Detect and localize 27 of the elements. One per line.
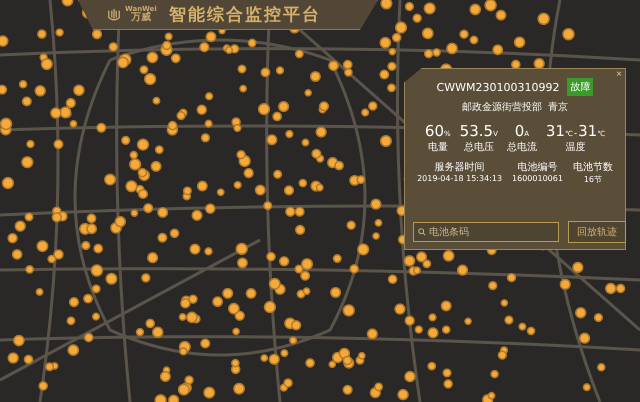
metric-value: 53.5 [460, 122, 494, 140]
info-label: 服务器时间 [434, 160, 485, 174]
close-button[interactable]: × [616, 70, 622, 80]
info-value: 16节 [584, 174, 602, 185]
search-icon [418, 228, 426, 236]
metric-label: 总电压 [464, 140, 494, 154]
logo-text: 万威 [130, 13, 151, 23]
info-label: 电池编号 [517, 160, 558, 174]
info-value: 2019-04-18 15:34:13 [417, 174, 502, 183]
location-text: 青京 [548, 100, 568, 114]
metric-value: 0 [514, 122, 524, 140]
playback-button[interactable]: 回放轨迹 [568, 221, 626, 243]
metric-label: 温度 [565, 140, 586, 154]
metric-label: 总电流 [506, 140, 537, 154]
location-text: 邮政金源街营投部 [462, 100, 542, 114]
search-field[interactable]: 电池条码 [413, 222, 559, 242]
info-value: 1600010061 [512, 174, 563, 183]
separator-text: - [574, 129, 578, 139]
metric-value: 31 [578, 122, 598, 140]
status-badge: 故障 [567, 78, 594, 96]
logo-icon [107, 8, 121, 22]
device-id: CWWM230100310992 [436, 80, 560, 94]
info-label: 电池节数 [572, 160, 613, 174]
metric-value: 60 [424, 122, 444, 140]
page-title: 智能综合监控平台 [168, 4, 321, 26]
metric-label: 电量 [428, 140, 448, 154]
metric-value: 31 [546, 122, 565, 140]
